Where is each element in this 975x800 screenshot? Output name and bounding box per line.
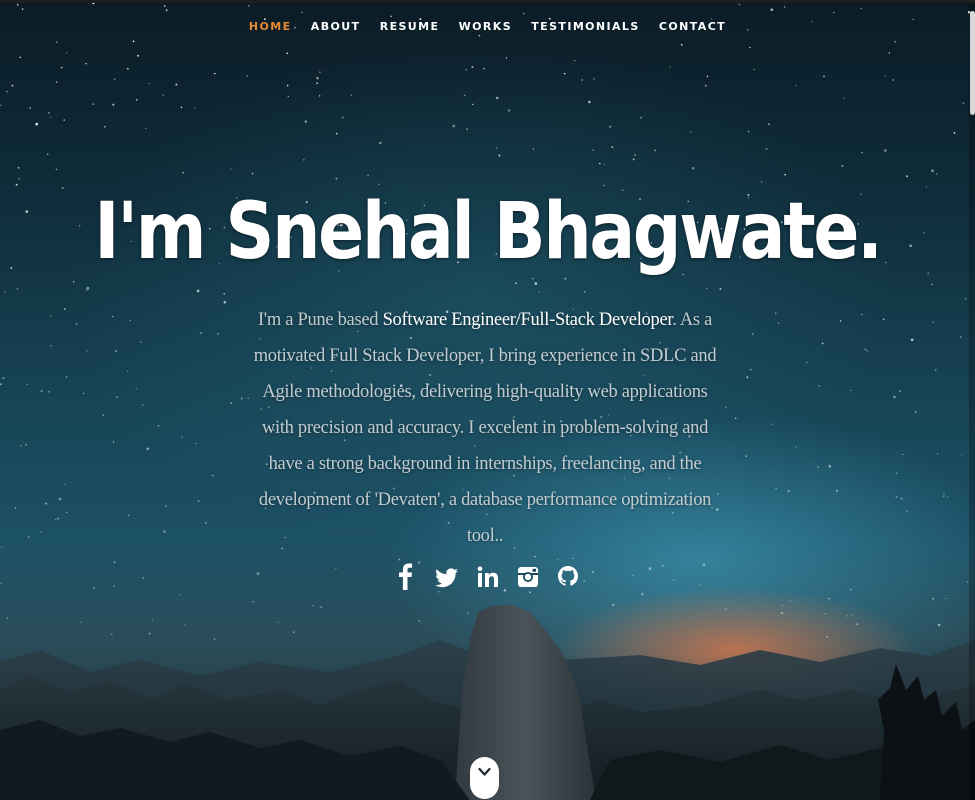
instagram-icon <box>517 567 538 587</box>
hero-intro: I'm a Pune based Software Engineer/Full-… <box>248 302 722 554</box>
twitter-icon <box>435 568 459 588</box>
chevron-down-icon <box>478 767 491 776</box>
nav-contact-link[interactable]: CONTACT <box>659 20 726 33</box>
social-links <box>0 562 975 596</box>
browser-top-edge <box>0 0 975 3</box>
nav-testimonials-link[interactable]: TESTIMONIALS <box>531 20 639 33</box>
nav-works-link[interactable]: WORKS <box>459 20 512 33</box>
hero-headline: I'm Snehal Bhagwate. <box>94 187 883 277</box>
intro-text-start: I'm a Pune based <box>257 310 383 330</box>
instagram-link[interactable] <box>513 562 543 596</box>
linkedin-link[interactable] <box>473 562 503 596</box>
scroll-down-button[interactable] <box>470 757 499 799</box>
intro-role-highlight: Software Engineer/Full-Stack Developer <box>382 310 673 330</box>
nav-resume-link[interactable]: RESUME <box>380 20 440 33</box>
intro-text-rest: . As a motivated Full Stack Developer, I… <box>253 310 717 546</box>
facebook-icon <box>398 563 412 590</box>
scrollbar-thumb[interactable] <box>970 11 975 115</box>
nav-about-link[interactable]: ABOUT <box>311 20 361 33</box>
linkedin-icon <box>477 566 498 587</box>
github-icon <box>558 566 579 586</box>
github-link[interactable] <box>553 562 583 596</box>
hero-page: HOME ABOUT RESUME WORKS TESTIMONIALS CON… <box>0 0 975 800</box>
main-navigation: HOME ABOUT RESUME WORKS TESTIMONIALS CON… <box>0 20 975 33</box>
page-scrollbar[interactable] <box>969 3 975 800</box>
twitter-link[interactable] <box>432 562 462 596</box>
facebook-link[interactable] <box>392 562 422 596</box>
nav-home-link[interactable]: HOME <box>249 20 292 33</box>
